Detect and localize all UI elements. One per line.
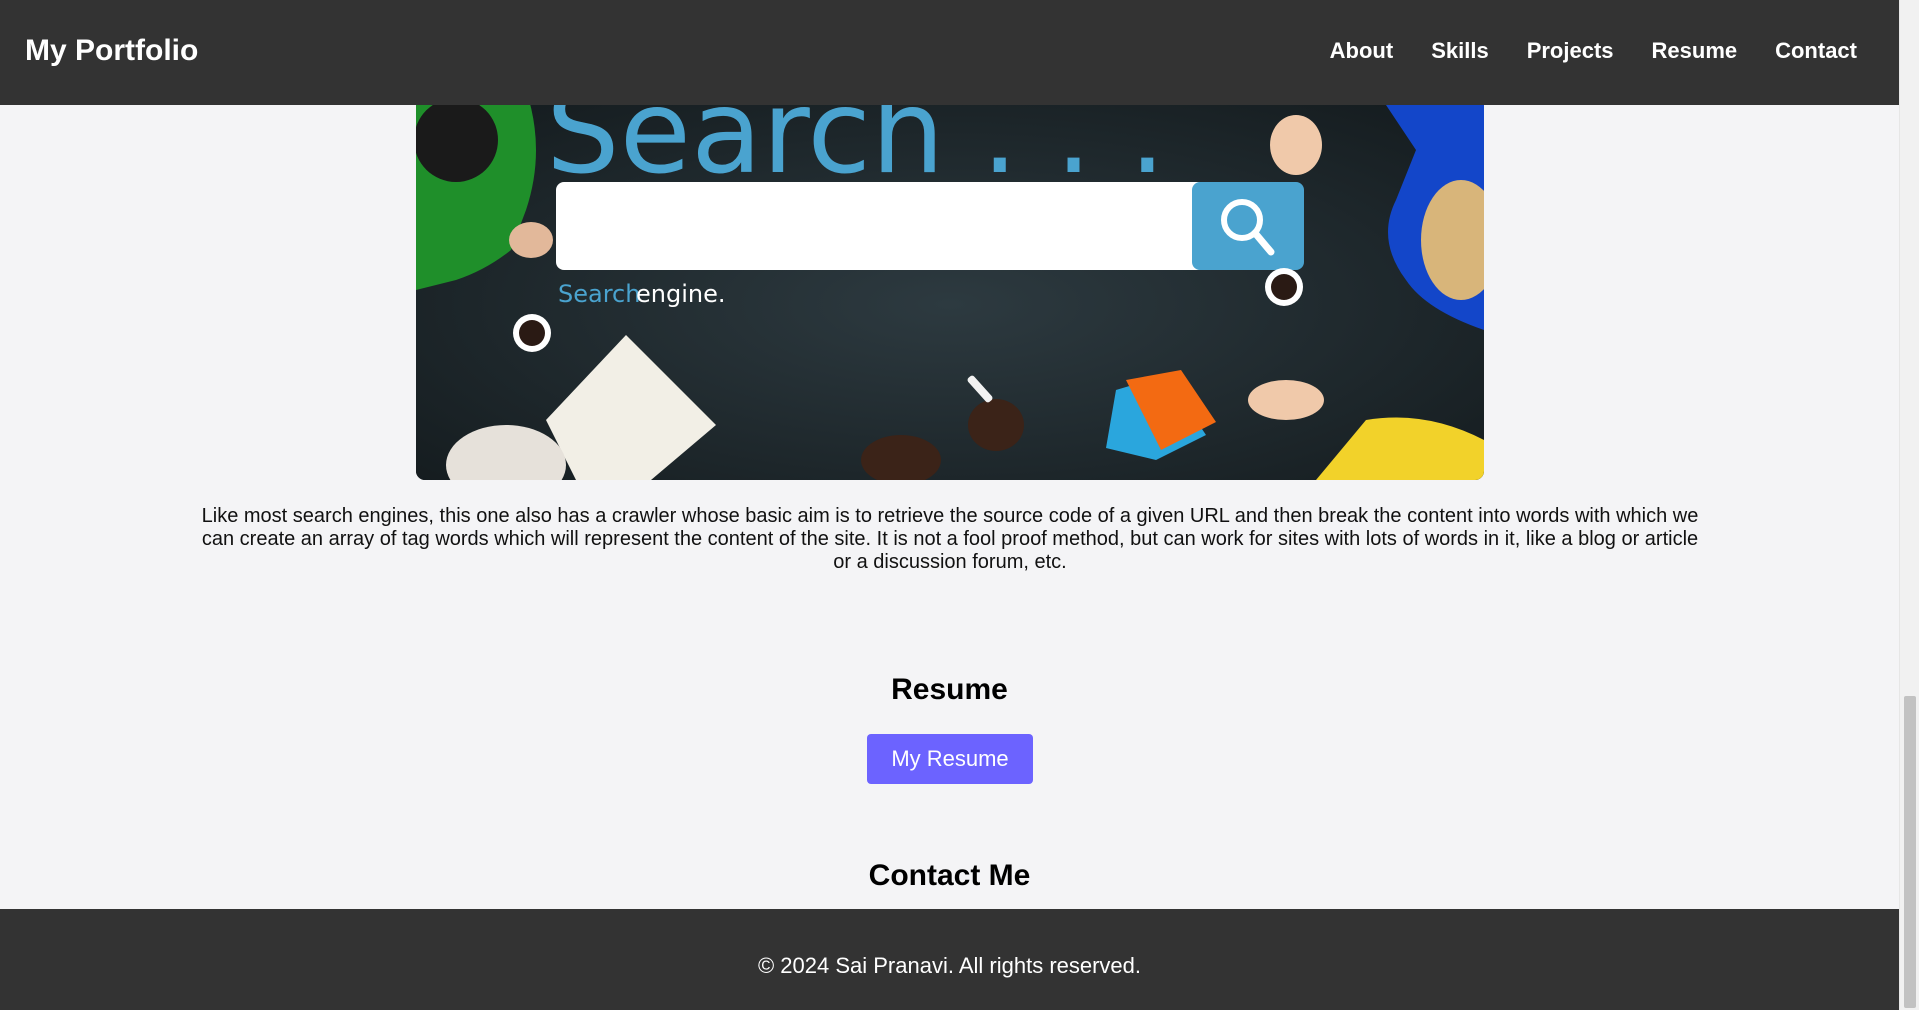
coffee-cup-shape	[519, 320, 545, 346]
page: My Portfolio About Skills Projects Resum…	[0, 0, 1919, 1010]
project-image: Search . . . Search engine.	[416, 90, 1484, 480]
image-caption-word-2: engine.	[636, 280, 725, 308]
hand-shape	[968, 399, 1024, 451]
nav-link-about[interactable]: About	[1330, 38, 1394, 64]
hand-shape	[1248, 380, 1324, 420]
nav-links: About Skills Projects Resume Contact	[1330, 38, 1857, 64]
brand-title[interactable]: My Portfolio	[25, 34, 198, 68]
image-search-bar	[556, 182, 1266, 270]
nav-link-resume[interactable]: Resume	[1652, 38, 1738, 64]
footer: © 2024 Sai Pranavi. All rights reserved.	[0, 909, 1899, 1010]
scrollbar-thumb[interactable]	[1904, 696, 1916, 1008]
navbar: My Portfolio About Skills Projects Resum…	[0, 0, 1899, 105]
coffee-cup-shape	[1271, 274, 1297, 300]
vertical-scrollbar[interactable]	[1899, 0, 1919, 1010]
image-search-button	[1192, 182, 1304, 270]
contact-section-title: Contact Me	[868, 859, 1031, 892]
search-engine-illustration: Search . . . Search engine.	[416, 90, 1484, 480]
copyright-text: © 2024 Sai Pranavi. All rights reserved.	[757, 953, 1142, 978]
viewport: My Portfolio About Skills Projects Resum…	[0, 0, 1899, 1010]
person-hair-shape	[416, 98, 498, 182]
hand-shape	[509, 222, 553, 258]
nav-link-skills[interactable]: Skills	[1431, 38, 1488, 64]
nav-link-projects[interactable]: Projects	[1527, 38, 1614, 64]
project-description: Like most search engines, this one also …	[201, 505, 1699, 573]
nav-link-contact[interactable]: Contact	[1775, 38, 1857, 64]
my-resume-button[interactable]: My Resume	[867, 734, 1033, 784]
hand-shape	[1270, 115, 1322, 175]
resume-section-title: Resume	[891, 673, 1008, 706]
image-caption-word-1: Search	[558, 280, 640, 308]
